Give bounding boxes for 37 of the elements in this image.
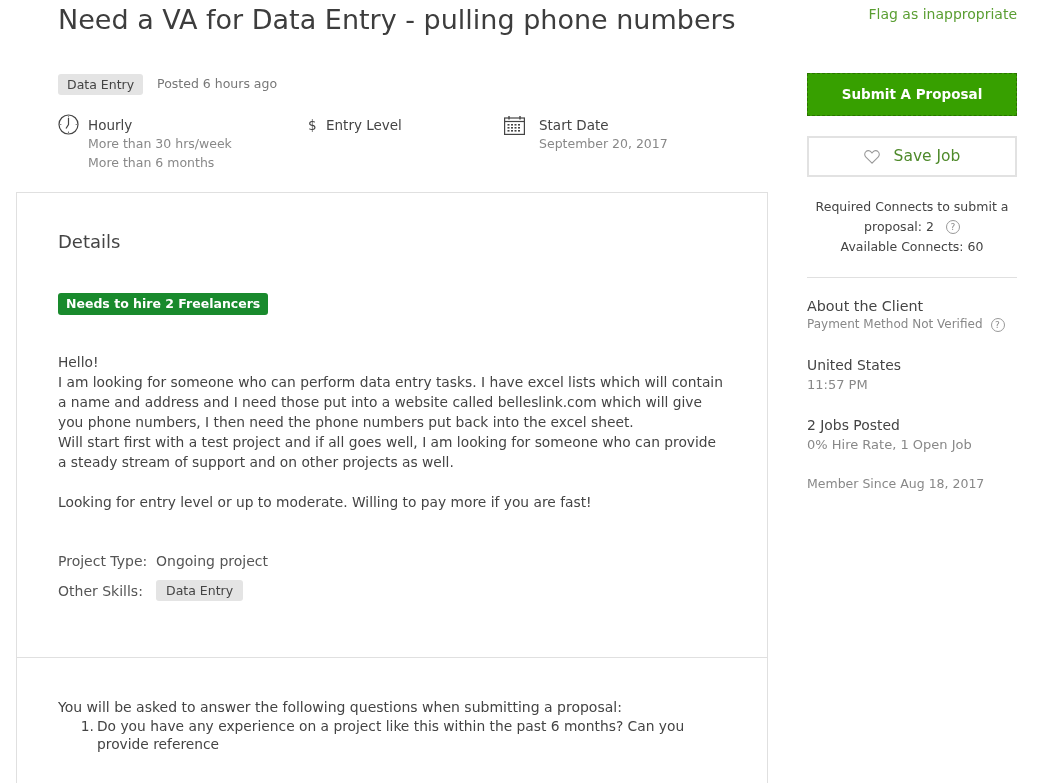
fact-detail: September 20, 2017 bbox=[539, 135, 668, 153]
connects-required: Required Connects to submit a bbox=[815, 198, 1009, 216]
flag-link[interactable]: Flag as inappropriate bbox=[868, 6, 1017, 22]
member-since: Member Since Aug 18, 2017 bbox=[807, 475, 986, 493]
connects-required: proposal: 2 bbox=[864, 218, 934, 236]
client-heading: About the Client bbox=[807, 297, 925, 315]
fact-title: Start Date bbox=[539, 116, 610, 134]
hire-badge: Needs to hire 2 Freelancers bbox=[58, 293, 269, 315]
client-stat-detail: 11:57 PM bbox=[807, 376, 869, 394]
connects-available: Available Connects: 60 bbox=[840, 238, 984, 256]
question-number: 1. bbox=[79, 717, 95, 736]
fact-detail: More than 6 months bbox=[88, 154, 216, 172]
skill-tag[interactable]: Data Entry bbox=[156, 580, 244, 601]
category-tag[interactable]: Data Entry bbox=[58, 74, 144, 95]
heart-icon bbox=[863, 149, 880, 164]
field-label: Other Skills: bbox=[58, 581, 144, 601]
client-stat-detail: 0% Hire Rate, 1 Open Job bbox=[807, 436, 973, 454]
fact-title: Entry Level bbox=[326, 116, 402, 134]
client-stat-title: 2 Jobs Posted bbox=[807, 416, 901, 435]
description-paragraph: Looking for entry level or up to moderate. Willing to pay more if you are fast! bbox=[58, 493, 593, 512]
posted-time: Posted 6 hours ago bbox=[157, 75, 278, 94]
submit-proposal-button[interactable]: Submit A Proposal bbox=[807, 73, 1017, 116]
description-paragraph: Hello! I am looking for someone who can perform data entry tasks. I have excel lists which will contain a name and address and I need those put into a website called belleslink.com which will give you phone numbers, I then need the phone numbers put back into the excel sheet. Will start first with a test project and if all goes well, I am looking for someone who can provide a steady stream of support and on other projects as well. bbox=[58, 353, 724, 472]
question-text: Do you have any experience on a project like this within the past 6 months? Can you provide reference bbox=[97, 717, 686, 753]
questions-intro: You will be asked to answer the following questions when submitting a proposal: bbox=[58, 698, 623, 717]
fact-detail: More than 30 hrs/week bbox=[88, 135, 232, 153]
field-value: Ongoing project bbox=[156, 552, 269, 571]
field-label: Project Type: bbox=[58, 552, 149, 571]
payment-status: Payment Method Not Verified bbox=[807, 317, 983, 331]
job-title: Need a VA for Data Entry - pulling phone numbers bbox=[58, 4, 737, 36]
fact-title: Hourly bbox=[88, 116, 134, 134]
save-job-button[interactable]: Save Job bbox=[807, 136, 1017, 177]
client-stat-title: United States bbox=[807, 356, 903, 375]
clock-icon bbox=[58, 114, 79, 135]
section-heading: Details bbox=[58, 230, 122, 254]
calendar-icon bbox=[504, 116, 525, 135]
dollar-icon: $ bbox=[308, 116, 317, 134]
